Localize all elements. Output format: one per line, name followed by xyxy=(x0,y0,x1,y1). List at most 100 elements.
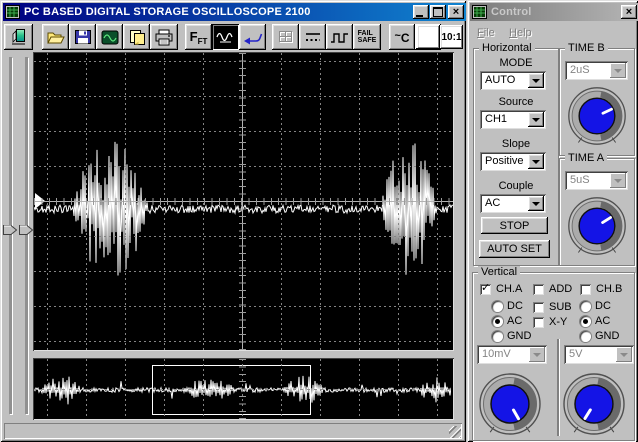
cha-gnd-radio[interactable] xyxy=(492,331,503,342)
copy-button[interactable] xyxy=(123,24,150,50)
chb-checkbox-label: CH.B xyxy=(596,283,623,295)
dropdown-arrow-icon[interactable] xyxy=(528,196,544,211)
control-icon xyxy=(472,5,487,19)
dropdown-arrow-icon[interactable] xyxy=(528,73,544,88)
sweep-arrow-button[interactable] xyxy=(239,24,266,50)
status-bar xyxy=(4,423,462,439)
cha-dc-label: DC xyxy=(507,300,523,312)
time-a-select[interactable]: 5uS xyxy=(565,171,628,190)
capture-button[interactable] xyxy=(96,24,123,50)
cha-scale-select[interactable]: 10mV xyxy=(477,345,547,364)
dotted-line-icon xyxy=(305,33,320,41)
square-wave-button[interactable] xyxy=(326,24,353,50)
fail-safe-button[interactable]: FAIL SAFE xyxy=(353,24,381,50)
chb-dc-label: DC xyxy=(595,300,611,312)
cha-dc-radio[interactable] xyxy=(492,301,503,312)
stop-button[interactable]: STOP xyxy=(481,217,548,234)
channel-divider xyxy=(557,339,559,436)
sub-checkbox-label: SUB xyxy=(549,301,572,313)
dropdown-arrow-icon[interactable] xyxy=(528,154,544,169)
xy-checkbox-label: X-Y xyxy=(549,316,568,328)
probe-c-button[interactable]: ~C xyxy=(389,24,415,50)
probe-c-label: ~C xyxy=(394,29,410,45)
chb-position-slider-track[interactable] xyxy=(25,57,28,414)
chb-ac-label: AC xyxy=(595,315,611,327)
fft-button[interactable]: FFT xyxy=(185,24,212,50)
waveform-mode-button[interactable] xyxy=(212,24,239,50)
zoom-selection-rectangle[interactable] xyxy=(152,365,311,415)
cha-gain-knob[interactable] xyxy=(477,371,543,437)
chb-scale-select[interactable]: 5V xyxy=(564,345,634,364)
time-b-select[interactable]: 2uS xyxy=(565,61,628,80)
mode-select[interactable]: AUTO xyxy=(480,71,546,90)
scope-display xyxy=(33,52,454,351)
exit-button[interactable] xyxy=(4,24,33,50)
main-titlebar[interactable]: PC BASED DIGITAL STORAGE OSCILLOSCOPE 21… xyxy=(3,3,466,21)
mode-label: MODE xyxy=(499,57,533,69)
sub-checkbox[interactable]: ✓ xyxy=(533,302,544,313)
main-window: PC BASED DIGITAL STORAGE OSCILLOSCOPE 21… xyxy=(0,0,466,442)
maximize-button[interactable] xyxy=(430,5,446,19)
time-b-group: TIME B 2uS xyxy=(559,42,635,156)
vertical-group: Vertical ✓ CH.A ✓ ADD ✓ CH.B DC AC GND ✓… xyxy=(472,266,635,441)
grid-toggle-button[interactable] xyxy=(272,24,299,50)
grid-icon xyxy=(278,31,293,43)
xy-checkbox[interactable]: ✓ xyxy=(533,317,544,328)
couple-select[interactable]: AC xyxy=(480,194,546,213)
ratio-10-1-label-holder xyxy=(417,25,440,49)
open-button[interactable] xyxy=(42,24,69,50)
auto-set-button[interactable]: AUTO SET xyxy=(479,240,550,258)
screen: PC BASED DIGITAL STORAGE OSCILLOSCOPE 21… xyxy=(0,0,638,442)
control-titlebar[interactable]: Control × xyxy=(470,3,638,21)
minimize-button[interactable] xyxy=(413,5,429,19)
ratio-10-1-button[interactable]: 10:1 xyxy=(440,25,463,49)
source-select[interactable]: CH1 xyxy=(480,110,546,129)
add-checkbox[interactable]: ✓ xyxy=(533,284,544,295)
cha-position-slider-thumb[interactable] xyxy=(3,225,18,235)
notes-icon xyxy=(129,29,145,45)
chb-checkbox[interactable]: ✓ xyxy=(580,284,591,295)
minimize-icon xyxy=(416,15,423,17)
cha-checkbox[interactable]: ✓ xyxy=(480,281,491,295)
resize-grip[interactable] xyxy=(449,426,461,438)
cha-checkbox-label: CH.A xyxy=(496,283,523,295)
exit-door-icon xyxy=(11,29,25,45)
menu-file[interactable]: File xyxy=(477,27,495,39)
control-close-button[interactable]: × xyxy=(621,5,637,19)
chb-dc-radio[interactable] xyxy=(580,301,591,312)
sine-wave-icon xyxy=(216,32,233,43)
time-b-knob[interactable] xyxy=(566,85,628,147)
print-button[interactable] xyxy=(150,24,178,50)
line-style-button[interactable] xyxy=(299,24,326,50)
slope-select[interactable]: Positive xyxy=(480,152,546,171)
dropdown-arrow-icon xyxy=(610,173,626,188)
chb-ac-radio[interactable] xyxy=(580,316,591,327)
cha-position-slider-track[interactable] xyxy=(9,57,12,414)
dropdown-arrow-icon xyxy=(616,347,632,362)
chb-gnd-label: GND xyxy=(595,330,620,342)
dropdown-arrow-icon xyxy=(610,63,626,78)
control-window: Control × File Help Horizontal MODE AUTO… xyxy=(467,0,638,442)
save-button[interactable] xyxy=(69,24,96,50)
couple-label: Couple xyxy=(498,180,534,192)
dropdown-arrow-icon xyxy=(529,347,545,362)
dropdown-arrow-icon[interactable] xyxy=(528,112,544,127)
cha-gnd-label: GND xyxy=(507,330,532,342)
open-folder-icon xyxy=(46,32,65,44)
overview-display xyxy=(33,358,454,420)
control-close-icon: × xyxy=(625,6,633,18)
time-a-knob[interactable] xyxy=(566,195,628,257)
floppy-disk-icon xyxy=(74,30,91,44)
control-title: Control xyxy=(491,6,532,18)
time-b-label: TIME B xyxy=(565,42,608,54)
chb-gain-knob[interactable] xyxy=(561,371,627,437)
source-label: Source xyxy=(498,96,534,108)
menu-help[interactable]: Help xyxy=(509,27,532,39)
scope-graticule xyxy=(34,53,453,350)
slope-label: Slope xyxy=(501,138,531,150)
cha-ac-radio[interactable] xyxy=(492,316,503,327)
chb-position-slider-thumb[interactable] xyxy=(19,225,34,235)
time-a-group: TIME A 5uS xyxy=(559,152,635,266)
close-button[interactable]: × xyxy=(448,5,464,19)
chb-gnd-radio[interactable] xyxy=(580,331,591,342)
